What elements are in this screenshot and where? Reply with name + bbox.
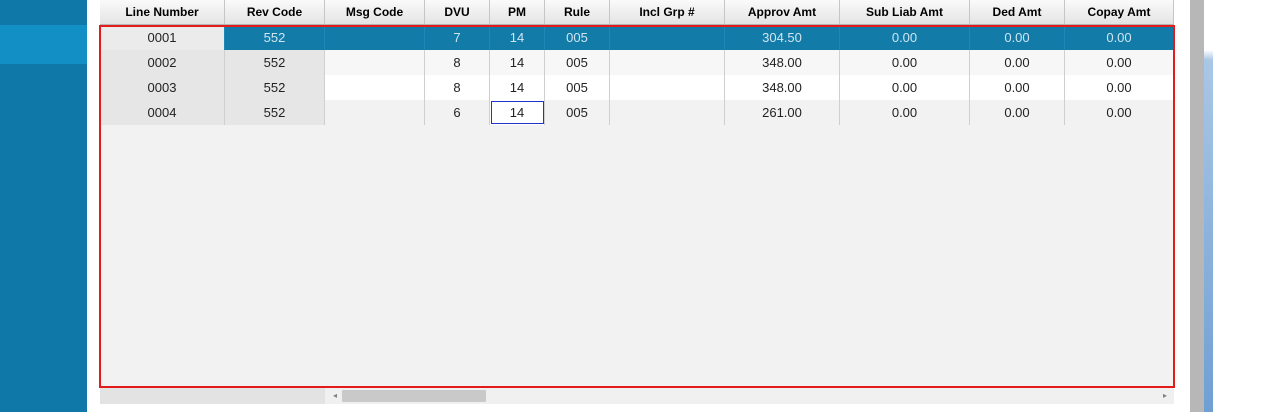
cell-line-number[interactable]: 0003 [100,75,225,100]
cell-line-number[interactable]: 0002 [100,50,225,75]
cell-pm[interactable]: 14 [490,50,545,75]
cell-incl-grp[interactable] [610,100,725,125]
scroll-left-arrow-icon[interactable]: ◂ [328,388,342,404]
cell-pm-focused[interactable]: 14 [490,100,545,125]
window-edge [1204,0,1213,412]
column-header-ded-amt[interactable]: Ded Amt [970,0,1065,24]
cell-dvu[interactable]: 8 [425,50,490,75]
cell-sub-liab-amt[interactable]: 0.00 [840,25,970,50]
cell-pm[interactable]: 14 [490,25,545,50]
cell-rev-code[interactable]: 552 [225,50,325,75]
scrollbar-frozen-track [100,388,325,404]
column-header-incl-grp[interactable]: Incl Grp # [610,0,725,24]
cell-rev-code[interactable]: 552 [225,75,325,100]
cell-dvu[interactable]: 7 [425,25,490,50]
cell-msg-code[interactable] [325,100,425,125]
cell-sub-liab-amt[interactable]: 0.00 [840,75,970,100]
background-area [1213,0,1274,412]
table-row[interactable]: 0003 552 8 14 005 348.00 0.00 0.00 0.00 [100,75,1174,100]
column-header-rule[interactable]: Rule [545,0,610,24]
cell-copay-amt[interactable]: 0.00 [1065,25,1174,50]
cell-copay-amt[interactable]: 0.00 [1065,50,1174,75]
cell-ded-amt[interactable]: 0.00 [970,75,1065,100]
cell-msg-code[interactable] [325,50,425,75]
cell-msg-code[interactable] [325,25,425,50]
column-header-line-number[interactable]: Line Number [100,0,225,24]
cell-ded-amt[interactable]: 0.00 [970,100,1065,125]
column-header-approv-amt[interactable]: Approv Amt [725,0,840,24]
table-row[interactable]: 0001 552 7 14 005 304.50 0.00 0.00 0.00 [100,25,1174,50]
grid-header: Line Number Rev Code Msg Code DVU PM Rul… [100,0,1174,25]
cell-rule[interactable]: 005 [545,100,610,125]
table-row[interactable]: 0004 552 6 14 005 261.00 0.00 0.00 0.00 [100,100,1174,125]
nav-item-selected[interactable] [0,25,87,64]
cell-line-number[interactable]: 0004 [100,100,225,125]
claim-lines-grid[interactable]: 0001 552 7 14 005 304.50 0.00 0.00 0.00 … [100,25,1174,386]
cell-rule[interactable]: 005 [545,75,610,100]
cell-sub-liab-amt[interactable]: 0.00 [840,50,970,75]
cell-rev-code[interactable]: 552 [225,100,325,125]
scrollbar-thumb[interactable] [342,390,486,402]
cell-dvu[interactable]: 8 [425,75,490,100]
cell-copay-amt[interactable]: 0.00 [1065,100,1174,125]
column-header-msg-code[interactable]: Msg Code [325,0,425,24]
cell-incl-grp[interactable] [610,25,725,50]
horizontal-scrollbar[interactable]: ◂ ▸ [100,388,1174,404]
cell-approv-amt[interactable]: 304.50 [725,25,840,50]
column-header-sub-liab-amt[interactable]: Sub Liab Amt [840,0,970,24]
cell-approv-amt[interactable]: 261.00 [725,100,840,125]
cell-sub-liab-amt[interactable]: 0.00 [840,100,970,125]
vertical-scrollbar[interactable] [1190,0,1204,412]
cell-rule[interactable]: 005 [545,50,610,75]
cell-incl-grp[interactable] [610,75,725,100]
cell-pm[interactable]: 14 [490,75,545,100]
left-navigation-panel [0,0,87,412]
cell-rule[interactable]: 005 [545,25,610,50]
column-header-pm[interactable]: PM [490,0,545,24]
cell-approv-amt[interactable]: 348.00 [725,50,840,75]
column-header-copay-amt[interactable]: Copay Amt [1065,0,1174,24]
cell-copay-amt[interactable]: 0.00 [1065,75,1174,100]
cell-ded-amt[interactable]: 0.00 [970,50,1065,75]
column-header-dvu[interactable]: DVU [425,0,490,24]
column-header-rev-code[interactable]: Rev Code [225,0,325,24]
cell-msg-code[interactable] [325,75,425,100]
table-row[interactable]: 0002 552 8 14 005 348.00 0.00 0.00 0.00 [100,50,1174,75]
cell-ded-amt[interactable]: 0.00 [970,25,1065,50]
cell-line-number[interactable]: 0001 [100,25,225,50]
cell-dvu[interactable]: 6 [425,100,490,125]
cell-incl-grp[interactable] [610,50,725,75]
cell-approv-amt[interactable]: 348.00 [725,75,840,100]
cell-rev-code[interactable]: 552 [225,25,325,50]
scroll-right-arrow-icon[interactable]: ▸ [1158,388,1172,404]
